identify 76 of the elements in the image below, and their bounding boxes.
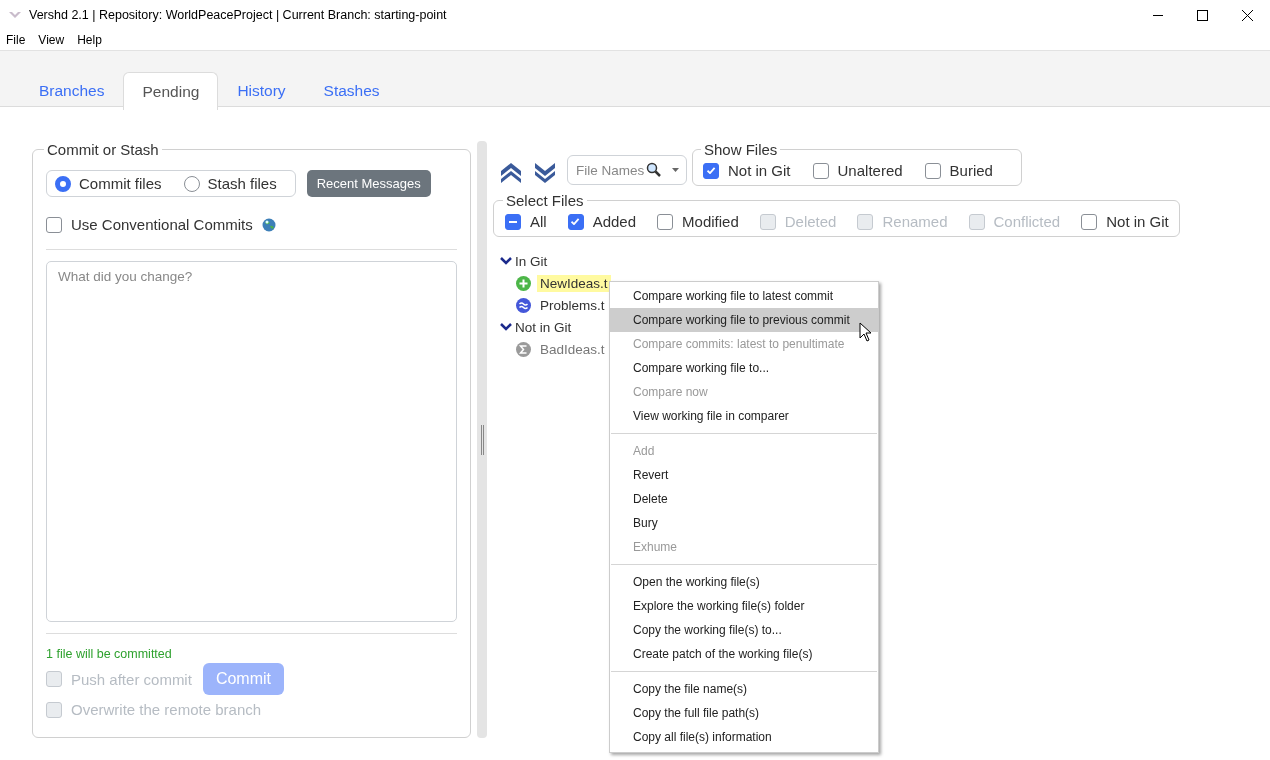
checkbox-label: Modified bbox=[682, 213, 739, 230]
checkbox-label: Not in Git bbox=[1106, 213, 1169, 230]
menu-item[interactable]: Revert bbox=[610, 463, 878, 487]
menu-item[interactable]: Compare working file to latest commit bbox=[610, 284, 878, 308]
chevron-icon[interactable] bbox=[500, 256, 512, 266]
checkbox[interactable] bbox=[505, 213, 521, 230]
radio-label: Commit files bbox=[79, 175, 162, 192]
menu-item[interactable]: Compare working file to... bbox=[610, 356, 878, 380]
tree-file-name[interactable]: NewIdeas.t bbox=[537, 274, 611, 292]
chevron-icon[interactable] bbox=[500, 322, 512, 332]
minus-icon bbox=[509, 220, 517, 223]
tab[interactable]: Branches bbox=[20, 72, 124, 109]
radio-button[interactable] bbox=[55, 175, 71, 192]
checkbox-label: Use Conventional Commits bbox=[71, 216, 253, 233]
checkbox-label: Added bbox=[592, 213, 637, 230]
collapse-all-icon bbox=[499, 160, 523, 186]
recent-messages-button[interactable]: Recent Messages bbox=[306, 170, 431, 197]
check-icon bbox=[706, 167, 716, 174]
approx-icon bbox=[516, 297, 531, 313]
menu-item[interactable]: Copy the working file(s) to... bbox=[610, 618, 878, 642]
checkbox-label: Overwrite the remote branch bbox=[71, 701, 262, 718]
menu-item[interactable]: Bury bbox=[610, 511, 878, 535]
checkbox-label: Not in Git bbox=[728, 162, 791, 179]
checkbox[interactable] bbox=[924, 162, 941, 179]
message-field[interactable]: What did you change? bbox=[46, 261, 457, 622]
checkbox[interactable] bbox=[1081, 213, 1098, 230]
menu-item[interactable]: Help bbox=[77, 33, 102, 47]
menu-item[interactable]: View bbox=[38, 33, 65, 47]
maximize-icon bbox=[1197, 9, 1208, 21]
group-title: Select Files bbox=[505, 192, 585, 209]
group-title: Show Files bbox=[703, 141, 779, 158]
caret-icon[interactable] bbox=[672, 168, 679, 172]
checkbox-label: Unaltered bbox=[837, 162, 903, 179]
tree-file-name[interactable]: BadIdeas.t bbox=[537, 340, 608, 358]
menu-item[interactable]: Copy the full file path(s) bbox=[610, 701, 878, 725]
menu-item[interactable]: Open the working file(s) bbox=[610, 570, 878, 594]
sigma-icon bbox=[516, 341, 531, 357]
menu-item[interactable]: Copy all file(s) information bbox=[610, 725, 878, 749]
checkbox[interactable] bbox=[812, 162, 829, 179]
splitter-handle[interactable] bbox=[480, 424, 484, 455]
checkbox[interactable] bbox=[567, 213, 584, 230]
checkbox[interactable] bbox=[46, 216, 62, 233]
menu-item[interactable]: Copy the file name(s) bbox=[610, 677, 878, 701]
tree-file-name[interactable]: Problems.t bbox=[537, 296, 608, 314]
check-icon bbox=[571, 218, 581, 225]
checkbox-label: All bbox=[530, 213, 547, 230]
search-icon bbox=[646, 162, 661, 177]
tree-group[interactable]: In Git bbox=[515, 253, 548, 269]
checkbox-label: Renamed bbox=[882, 213, 948, 230]
summary-text: 1 file will be committed bbox=[46, 647, 173, 661]
window-title: Vershd 2.1 | Repository: WorldPeaceProject | Current Branch: starting-point bbox=[29, 8, 448, 22]
globe-icon bbox=[261, 217, 276, 232]
file-filter-field[interactable]: File Names bbox=[567, 155, 687, 185]
plus-icon bbox=[516, 275, 531, 291]
tab[interactable]: Pending bbox=[123, 72, 219, 110]
menu-item[interactable]: Delete bbox=[610, 487, 878, 511]
menu-item[interactable]: Explore the working file(s) folder bbox=[610, 594, 878, 618]
menu-item[interactable]: Compare working file to previous commit bbox=[610, 308, 878, 332]
app-logo-icon bbox=[9, 10, 21, 20]
group-title: Commit or Stash bbox=[46, 141, 160, 158]
tree-group[interactable]: Not in Git bbox=[515, 319, 572, 335]
checkbox-label: Deleted bbox=[784, 213, 837, 230]
cursor-icon bbox=[859, 322, 872, 342]
tab[interactable]: History bbox=[218, 72, 305, 109]
tab[interactable]: Stashes bbox=[304, 72, 399, 109]
menu-item[interactable]: Create patch of the working file(s) bbox=[610, 642, 878, 666]
menu-item[interactable]: File bbox=[6, 33, 26, 47]
checkbox-label: Conflicted bbox=[993, 213, 1061, 230]
checkbox[interactable] bbox=[703, 162, 719, 179]
checkbox-label: Push after commit bbox=[71, 670, 192, 688]
checkbox-label: Buried bbox=[949, 162, 993, 179]
menu-item[interactable]: View working file in comparer bbox=[610, 404, 878, 428]
close-icon bbox=[1242, 9, 1253, 21]
radio-label: Stash files bbox=[207, 175, 277, 192]
expand-all-icon bbox=[533, 160, 557, 186]
checkbox[interactable] bbox=[657, 213, 674, 230]
